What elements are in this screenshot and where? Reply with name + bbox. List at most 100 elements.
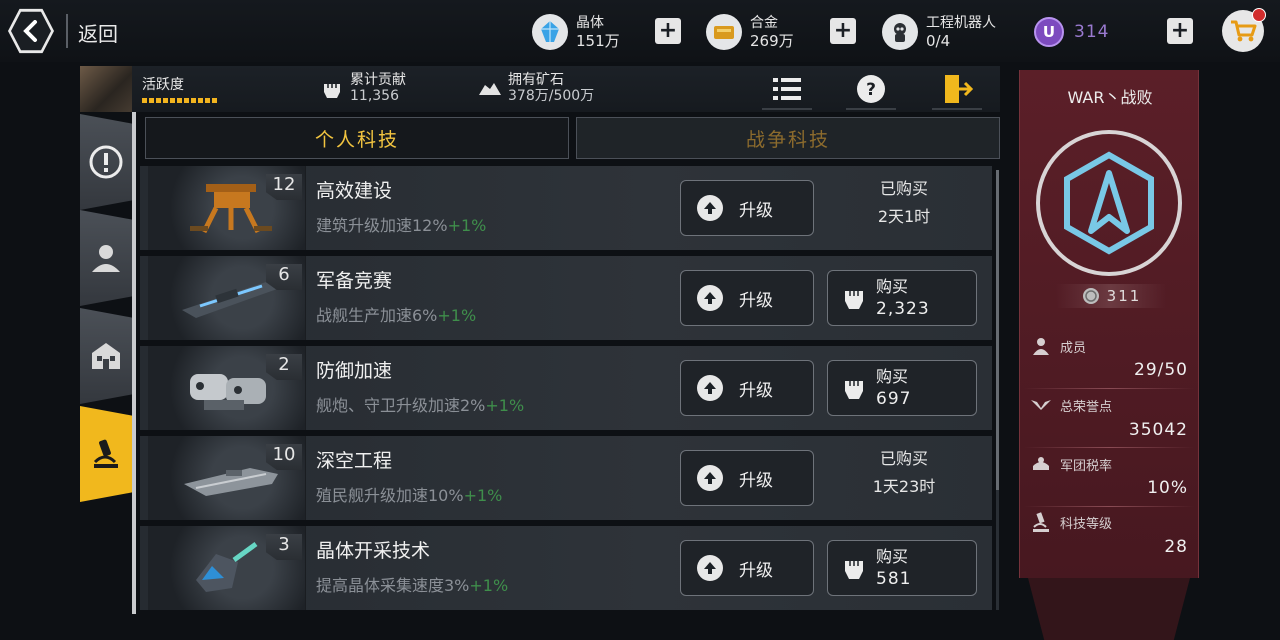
help-button[interactable]: ?: [846, 70, 896, 110]
contribution-stat: 累计贡献 11,356: [320, 72, 406, 104]
remaining-time: 2天1时: [877, 207, 931, 226]
exit-door-icon: [945, 75, 973, 103]
tech-description: 战舰生产加速6%+1%: [316, 306, 477, 325]
tab-personal-tech[interactable]: 个人科技: [145, 117, 569, 159]
list-item: 6 军备竞赛 战舰生产加速6%+1% 升级 购买 2,323: [140, 256, 992, 340]
tech-title: 军备竞赛: [316, 270, 393, 292]
contribution-label: 累计贡献: [350, 72, 406, 88]
stat-tax-value: 10%: [1147, 478, 1188, 498]
tab-war-tech[interactable]: 战争科技: [576, 117, 1000, 159]
mine-label: 拥有矿石: [508, 72, 564, 88]
mine-value: 378万/500万: [508, 88, 595, 104]
fist-icon: [842, 553, 866, 583]
microscope-icon: [93, 439, 118, 468]
tax-icon: [1030, 454, 1052, 474]
building-icon: [92, 343, 120, 369]
tech-description: 舰炮、守卫升级加速2%+1%: [316, 396, 525, 415]
divider: [1024, 388, 1194, 389]
tech-description: 建筑升级加速12%+1%: [316, 216, 487, 235]
exit-legion-button[interactable]: [932, 70, 982, 110]
hexagon-emblem-icon: [1064, 151, 1154, 255]
upgrade-button[interactable]: 升级: [680, 540, 814, 596]
remaining-time: 1天23时: [872, 477, 936, 496]
arrow-up-icon: [697, 465, 723, 491]
resource-robot: 工程机器人 0/4: [882, 10, 996, 54]
resource-value: 0/4: [926, 32, 951, 50]
buy-button[interactable]: 购买 2,323: [827, 270, 977, 326]
tab-members[interactable]: [80, 210, 132, 306]
coin-stack-icon: [1082, 288, 1099, 304]
legion-coins-value: 311: [1106, 287, 1142, 305]
arrow-up-icon: [697, 375, 723, 401]
stat-tech-level-value: 28: [1164, 537, 1188, 557]
fist-icon: [842, 283, 866, 313]
upgrade-label: 升级: [739, 200, 773, 221]
stat-tax-label: 军团税率: [1030, 454, 1112, 474]
tab-buildings[interactable]: [80, 308, 132, 404]
resource-value: 151万: [576, 32, 620, 50]
buy-cost: 697: [876, 389, 912, 409]
tech-bonus: +1%: [463, 486, 503, 505]
ore-icon: [478, 76, 502, 100]
tab-notice[interactable]: [80, 114, 132, 210]
add-premium-button[interactable]: +: [1167, 18, 1193, 44]
upgrade-label: 升级: [739, 560, 773, 581]
crystal-icon: [532, 14, 568, 50]
fist-icon: [320, 76, 344, 100]
buy-cost: 581: [876, 569, 912, 589]
tech-title: 高效建设: [316, 180, 393, 202]
divider: [1024, 506, 1194, 507]
info-strip: 活跃度 累计贡献 11,356 拥有矿石 378万/500万 ?: [80, 66, 1000, 112]
list-button[interactable]: [762, 70, 812, 110]
upgrade-button[interactable]: 升级: [680, 360, 814, 416]
fist-icon: [842, 373, 866, 403]
buy-button[interactable]: 购买 581: [827, 540, 977, 596]
purchased-status: 已购买 1天23时: [830, 446, 978, 502]
top-bar: 返回 晶体 151万 + 合金 269万 + 工程机器人 0/4 U 314 +: [0, 0, 1280, 62]
tech-description: 提高晶体采集速度3%+1%: [316, 576, 509, 595]
list-item: 10 深空工程 殖民舰升级加速10%+1% 升级 已购买 1天23时: [140, 436, 992, 520]
robot-icon: [882, 14, 918, 50]
activity-label: 活跃度: [142, 77, 184, 93]
add-alloy-button[interactable]: +: [830, 18, 856, 44]
level-badge: 3: [266, 534, 302, 560]
alert-icon: [89, 145, 123, 179]
resource-name: 晶体: [576, 15, 604, 31]
upgrade-button[interactable]: 升级: [680, 450, 814, 506]
add-crystal-button[interactable]: +: [655, 18, 681, 44]
list-item: 2 防御加速 舰炮、守卫升级加速2%+1% 升级 购买 697: [140, 346, 992, 430]
tab-technology[interactable]: [80, 406, 132, 502]
cart-icon: [1231, 20, 1257, 42]
notification-badge: [1252, 8, 1266, 22]
tech-description: 殖民舰升级加速10%+1%: [316, 486, 503, 505]
divider: [1024, 447, 1194, 448]
tech-list: 12 高效建设 建筑升级加速12%+1% 升级 已购买 2天1时 6 军备竞赛 …: [140, 166, 996, 616]
scrollbar-thumb[interactable]: [996, 170, 999, 490]
resource-value: 269万: [750, 32, 794, 50]
upgrade-label: 升级: [739, 290, 773, 311]
divider: [66, 14, 68, 48]
wings-icon: [1030, 395, 1052, 415]
shop-cart-button[interactable]: [1222, 8, 1266, 52]
buy-label: 购买: [876, 277, 909, 296]
contribution-value: 11,356: [350, 88, 399, 104]
buy-button[interactable]: 购买 697: [827, 360, 977, 416]
legion-emblem[interactable]: [1036, 130, 1182, 276]
stat-honor-value: 35042: [1128, 420, 1188, 440]
back-label[interactable]: 返回: [78, 18, 118, 47]
upgrade-button[interactable]: 升级: [680, 180, 814, 236]
tech-title: 深空工程: [316, 450, 393, 472]
purchased-label: 已购买: [879, 449, 928, 468]
back-button[interactable]: [8, 8, 54, 54]
buy-label: 购买: [876, 367, 909, 386]
stat-members-value: 29/50: [1134, 360, 1188, 380]
arrow-up-icon: [697, 555, 723, 581]
premium-currency-icon: U: [1034, 17, 1064, 47]
upgrade-button[interactable]: 升级: [680, 270, 814, 326]
side-rail: [132, 112, 136, 614]
resource-name: 工程机器人: [926, 15, 996, 31]
avatar[interactable]: [80, 66, 132, 112]
resource-premium: U 314: [1034, 10, 1109, 54]
tech-bonus: +1%: [437, 306, 477, 325]
arrow-up-icon: [697, 285, 723, 311]
